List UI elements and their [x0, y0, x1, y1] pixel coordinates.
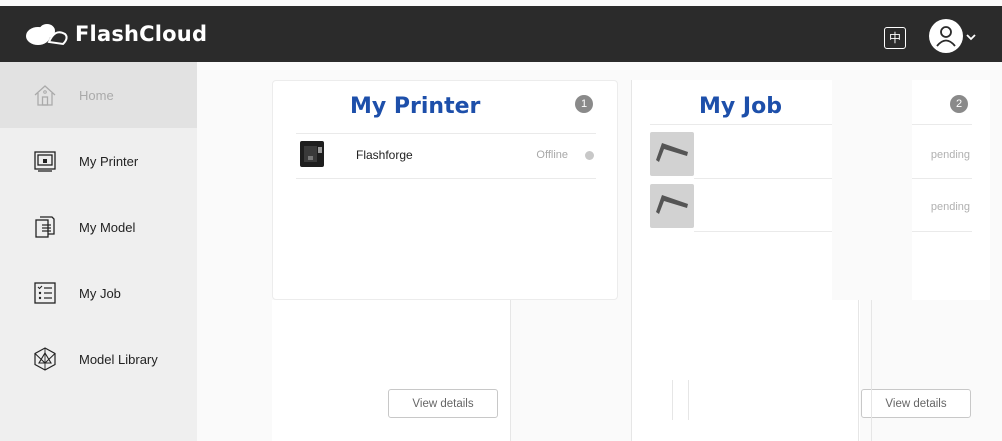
job-thumbnail[interactable]: [650, 184, 694, 228]
status-dot: [585, 151, 594, 160]
user-avatar-icon: [936, 26, 956, 47]
printer-name: Flashforge: [356, 148, 413, 162]
printer-count-badge: 1: [575, 95, 593, 113]
printer-view-details-button[interactable]: View details: [388, 389, 498, 418]
model-thumbnail-icon: [656, 195, 688, 214]
user-avatar[interactable]: [929, 19, 963, 53]
sidebar: Home My Printer My Model My Job Model Li…: [0, 62, 197, 441]
model-library-icon: [34, 347, 56, 371]
job-card-right: [912, 80, 990, 300]
language-button[interactable]: 中: [884, 27, 906, 49]
divider: [296, 178, 596, 179]
job-thumbnail[interactable]: [650, 132, 694, 176]
divider: [912, 178, 972, 179]
divider: [631, 80, 632, 441]
job-card-title: My Job: [699, 94, 782, 119]
printer-card-lower: [272, 300, 510, 441]
chevron-down-icon[interactable]: [966, 33, 976, 41]
sidebar-item-my-model[interactable]: My Model: [0, 194, 197, 260]
job-card-lower: [690, 300, 860, 441]
printer-card-title: My Printer: [350, 94, 481, 119]
cloud-logo-icon: [26, 24, 68, 46]
divider: [912, 231, 972, 232]
sidebar-item-label: My Printer: [79, 153, 139, 169]
app-name: FlashCloud: [75, 22, 208, 46]
divider: [672, 380, 673, 420]
printer-status: Offline: [536, 149, 568, 161]
sidebar-item-my-job[interactable]: My Job: [0, 260, 197, 326]
top-bar: FlashCloud 中: [0, 6, 1002, 62]
divider: [688, 380, 689, 420]
sidebar-item-label: My Model: [79, 219, 136, 235]
model-thumbnail-icon: [656, 143, 688, 162]
divider: [510, 300, 511, 441]
sidebar-item-label: Model Library: [79, 351, 158, 367]
sidebar-item-model-library[interactable]: Model Library: [0, 326, 197, 392]
printer-icon: [34, 151, 56, 172]
sidebar-item-label: Home: [79, 87, 114, 103]
job-status: pending: [930, 149, 970, 161]
job-view-details-button[interactable]: View details: [861, 389, 971, 418]
chinese-language-icon: 中: [888, 31, 901, 45]
divider: [858, 300, 859, 441]
divider: [694, 178, 832, 179]
printer-thumbnail: [300, 141, 324, 167]
brand[interactable]: FlashCloud: [25, 20, 207, 48]
job-count-badge: 2: [950, 95, 968, 113]
divider: [694, 231, 832, 232]
sidebar-item-home[interactable]: Home: [0, 62, 197, 128]
job-list-icon: [34, 282, 56, 304]
printer-list-item[interactable]: Flashforge Offline: [296, 134, 596, 178]
sidebar-item-label: My Job: [79, 285, 121, 301]
home-icon: [34, 85, 56, 106]
divider: [650, 124, 832, 125]
sidebar-item-my-printer[interactable]: My Printer: [0, 128, 197, 194]
job-status: pending: [930, 201, 970, 213]
model-icon: [35, 216, 55, 238]
divider: [912, 124, 972, 125]
divider: [871, 300, 872, 441]
